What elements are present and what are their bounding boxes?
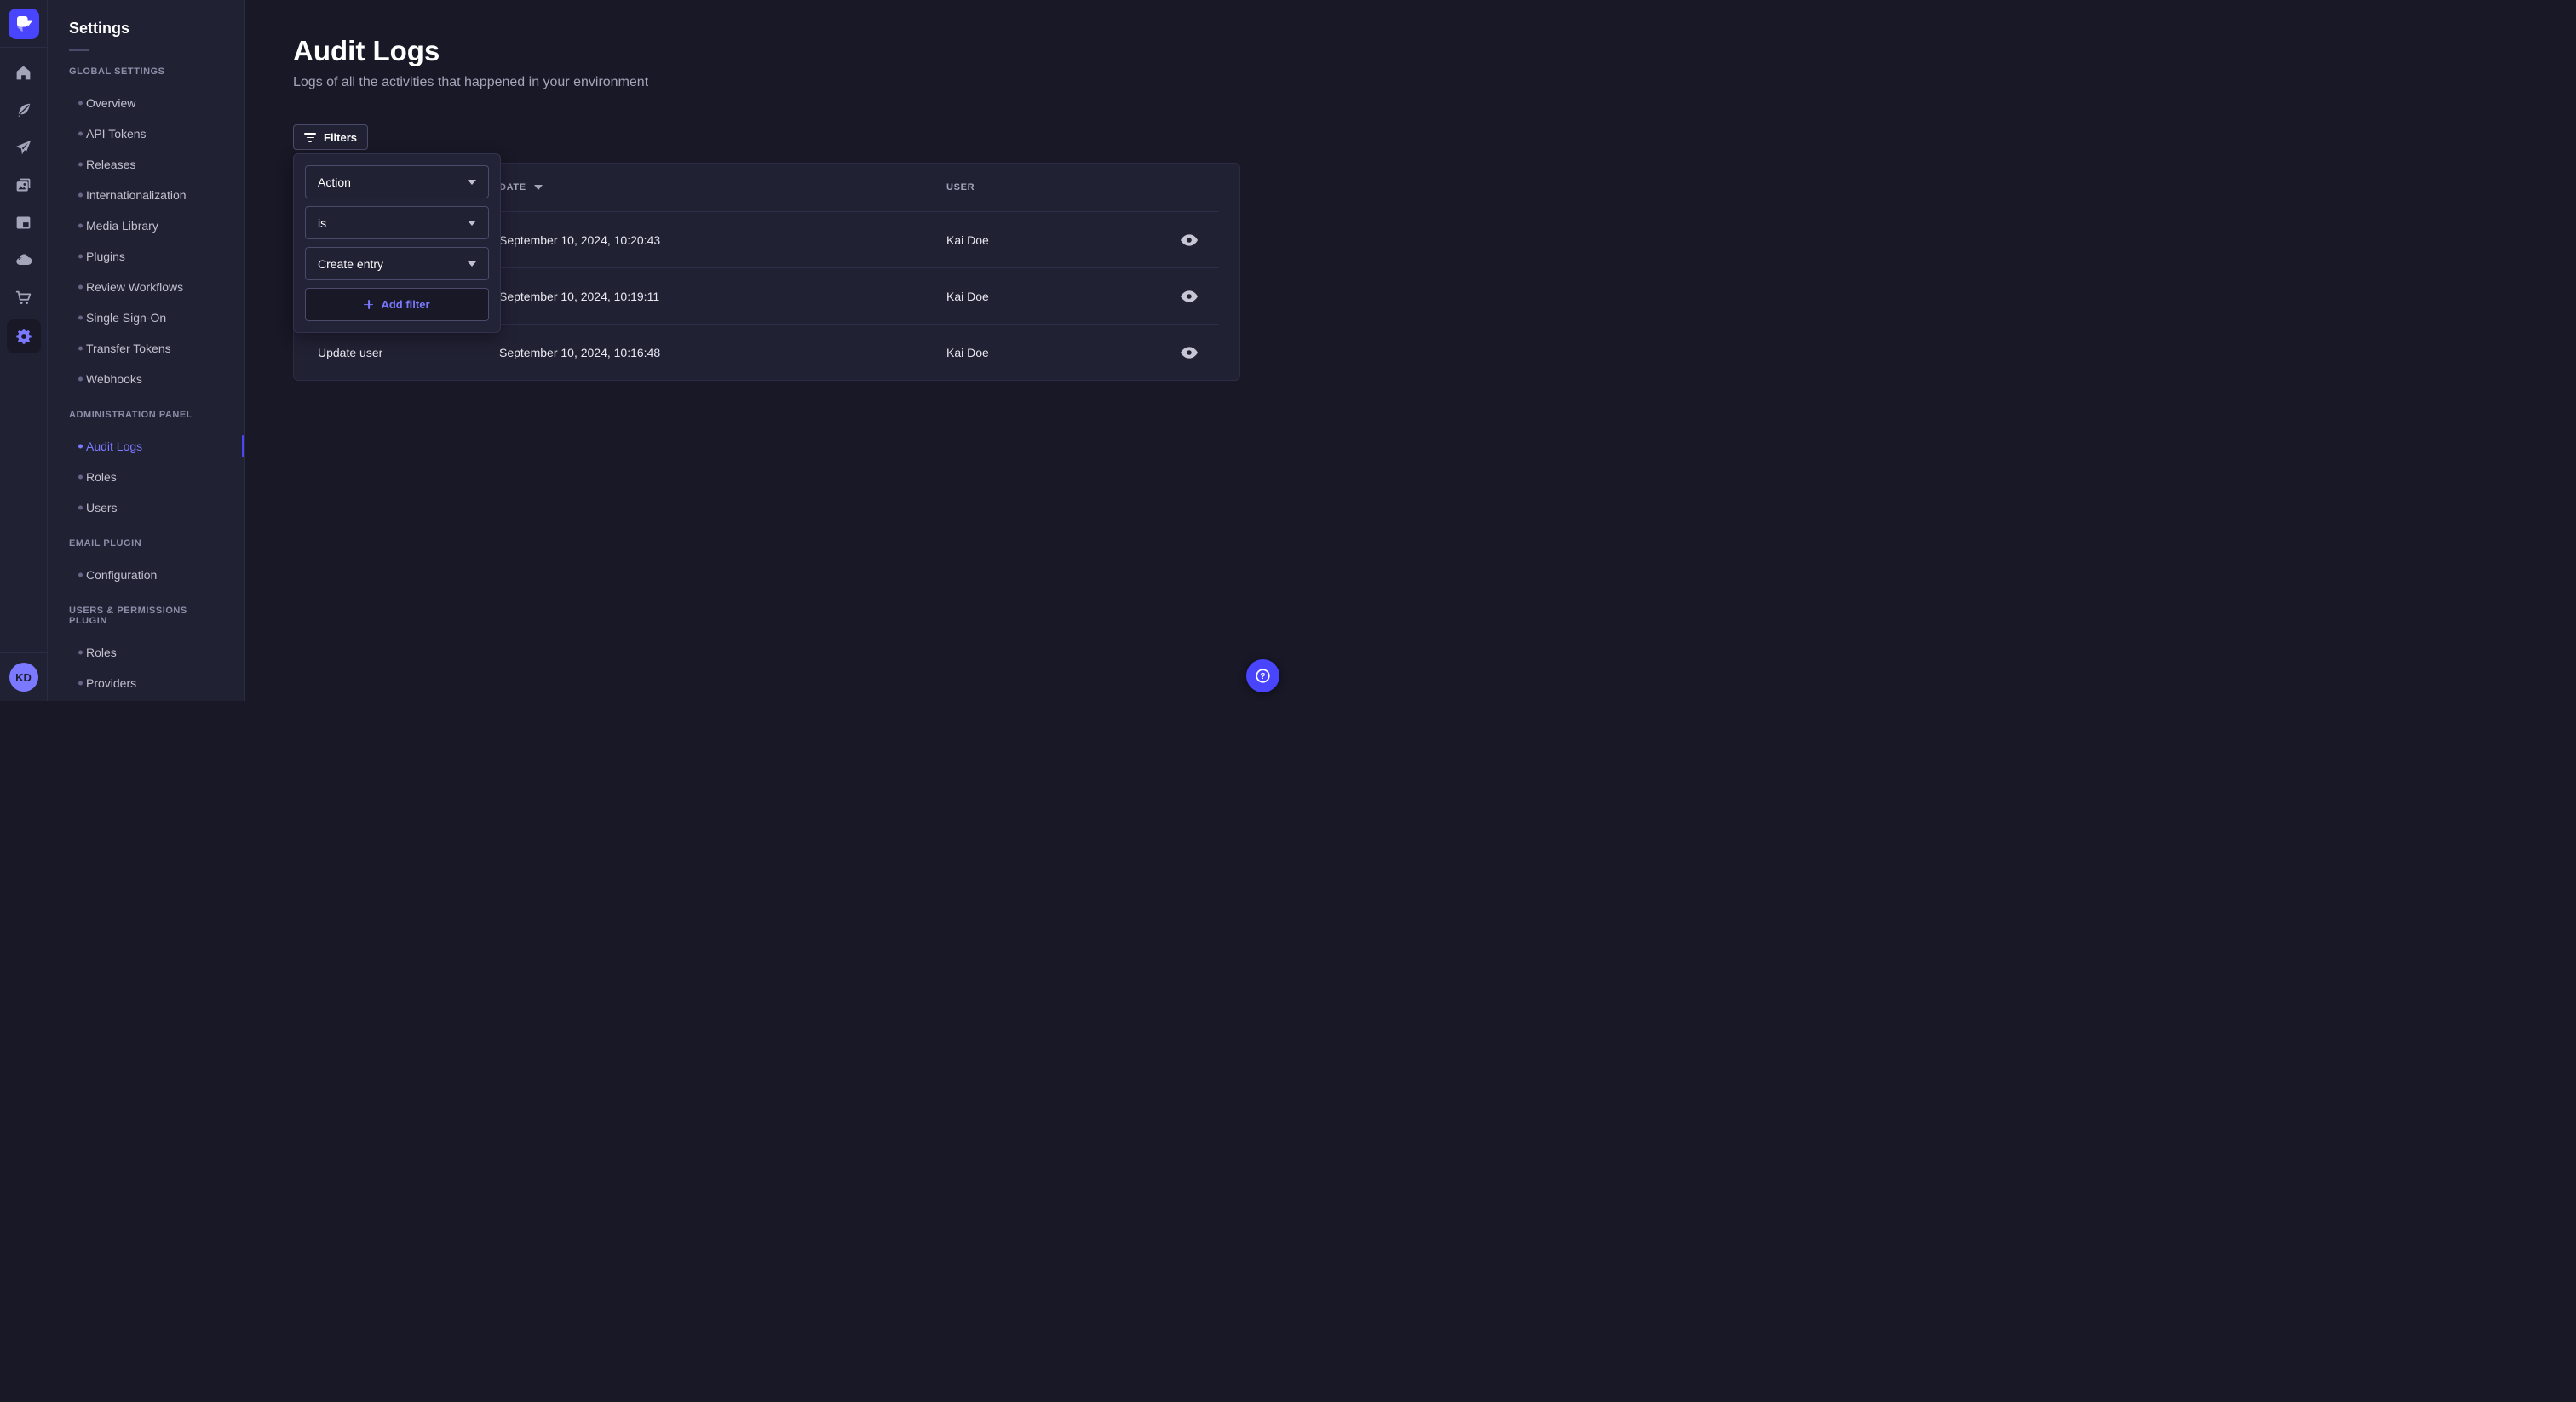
question-mark-icon: ? [1253,666,1273,686]
column-header-user[interactable]: USER [946,182,1159,192]
filter-field-value: Action [318,175,351,189]
sidebar-item-single-sign-on[interactable]: Single Sign-On [48,302,244,333]
filter-operator-select[interactable]: is [305,206,489,239]
sidebar-item-media-library[interactable]: Media Library [48,210,244,241]
settings-sidebar: Settings GLOBAL SETTINGS Overview API To… [48,0,245,701]
section-label-administration-panel: ADMINISTRATION PANEL [69,410,223,420]
page-subtitle: Logs of all the activities that happened… [293,72,1240,93]
page-title: Audit Logs [293,36,1240,66]
add-filter-button[interactable]: Add filter [305,288,489,321]
main-content: Audit Logs Logs of all the activities th… [245,0,1288,701]
sidebar-title: Settings [69,20,244,37]
eye-icon [1181,347,1198,359]
feather-icon[interactable] [9,95,39,125]
column-header-date[interactable]: DATE [499,182,946,192]
chevron-down-icon [468,180,476,185]
rail-nav [7,57,41,353]
icon-rail: KD [0,0,48,701]
logo-area [0,0,47,48]
gear-icon[interactable] [7,319,41,353]
rail-footer: KD [0,652,47,701]
sidebar-item-releases[interactable]: Releases [48,149,244,180]
cell-date: September 10, 2024, 10:16:48 [499,346,946,359]
cart-icon[interactable] [9,282,39,313]
administration-panel-list: Audit Logs Roles Users [48,431,244,523]
sidebar-item-up-roles[interactable]: Roles [48,637,244,668]
layout-icon[interactable] [9,207,39,238]
view-log-button[interactable] [1176,343,1203,362]
svg-text:?: ? [1260,672,1265,681]
cloud-icon[interactable] [9,244,39,275]
paper-plane-icon[interactable] [9,132,39,163]
sidebar-item-transfer-tokens[interactable]: Transfer Tokens [48,333,244,364]
filter-field-select[interactable]: Action [305,165,489,198]
sidebar-item-up-providers[interactable]: Providers [48,668,244,698]
filter-value-select[interactable]: Create entry [305,247,489,280]
strapi-logo[interactable] [9,9,39,39]
cell-user: Kai Doe [946,233,1159,247]
sidebar-item-audit-logs[interactable]: Audit Logs [48,431,244,462]
section-label-users-permissions-plugin: USERS & PERMISSIONS PLUGIN [69,606,223,626]
strapi-logo-icon [9,9,39,39]
sidebar-item-review-workflows[interactable]: Review Workflows [48,272,244,302]
filter-lines-icon [304,133,316,141]
title-divider [69,49,89,51]
global-settings-list: Overview API Tokens Releases Internation… [48,88,244,394]
view-log-button[interactable] [1176,287,1203,306]
sidebar-item-overview[interactable]: Overview [48,88,244,118]
sidebar-item-internationalization[interactable]: Internationalization [48,180,244,210]
filter-popover: Action is Create entry Add filter [293,153,501,333]
cell-user: Kai Doe [946,290,1159,303]
help-button[interactable]: ? [1246,659,1279,692]
filters-area: Filters Action is Create entry [293,124,1240,149]
filters-button[interactable]: Filters [293,124,368,150]
home-icon[interactable] [9,57,39,88]
sidebar-item-configuration[interactable]: Configuration [48,560,244,590]
avatar[interactable]: KD [9,663,38,692]
view-log-button[interactable] [1176,231,1203,250]
sidebar-item-webhooks[interactable]: Webhooks [48,364,244,394]
email-plugin-list: Configuration [48,560,244,590]
sidebar-item-api-tokens[interactable]: API Tokens [48,118,244,149]
add-filter-label: Add filter [381,298,429,311]
sidebar-item-plugins[interactable]: Plugins [48,241,244,272]
sidebar-item-admin-users[interactable]: Users [48,492,244,523]
cell-action: Update user [318,346,499,359]
column-header-date-label: DATE [499,182,526,192]
section-label-global-settings: GLOBAL SETTINGS [69,66,223,77]
sidebar-item-admin-roles[interactable]: Roles [48,462,244,492]
users-permissions-list: Roles Providers [48,637,244,698]
chevron-down-icon [468,221,476,226]
cell-user: Kai Doe [946,346,1159,359]
cell-date: September 10, 2024, 10:20:43 [499,233,946,247]
section-label-email-plugin: EMAIL PLUGIN [69,538,223,549]
eye-icon [1181,290,1198,302]
cell-date: September 10, 2024, 10:19:11 [499,290,946,303]
plus-icon [364,300,373,309]
chevron-down-icon [468,261,476,267]
images-icon[interactable] [9,170,39,200]
filter-value-value: Create entry [318,257,383,271]
app-window: KD Settings GLOBAL SETTINGS Overview API… [0,0,1288,701]
eye-icon [1181,234,1198,246]
filter-operator-value: is [318,216,326,230]
filters-button-label: Filters [324,131,357,144]
sort-desc-icon [534,185,543,190]
